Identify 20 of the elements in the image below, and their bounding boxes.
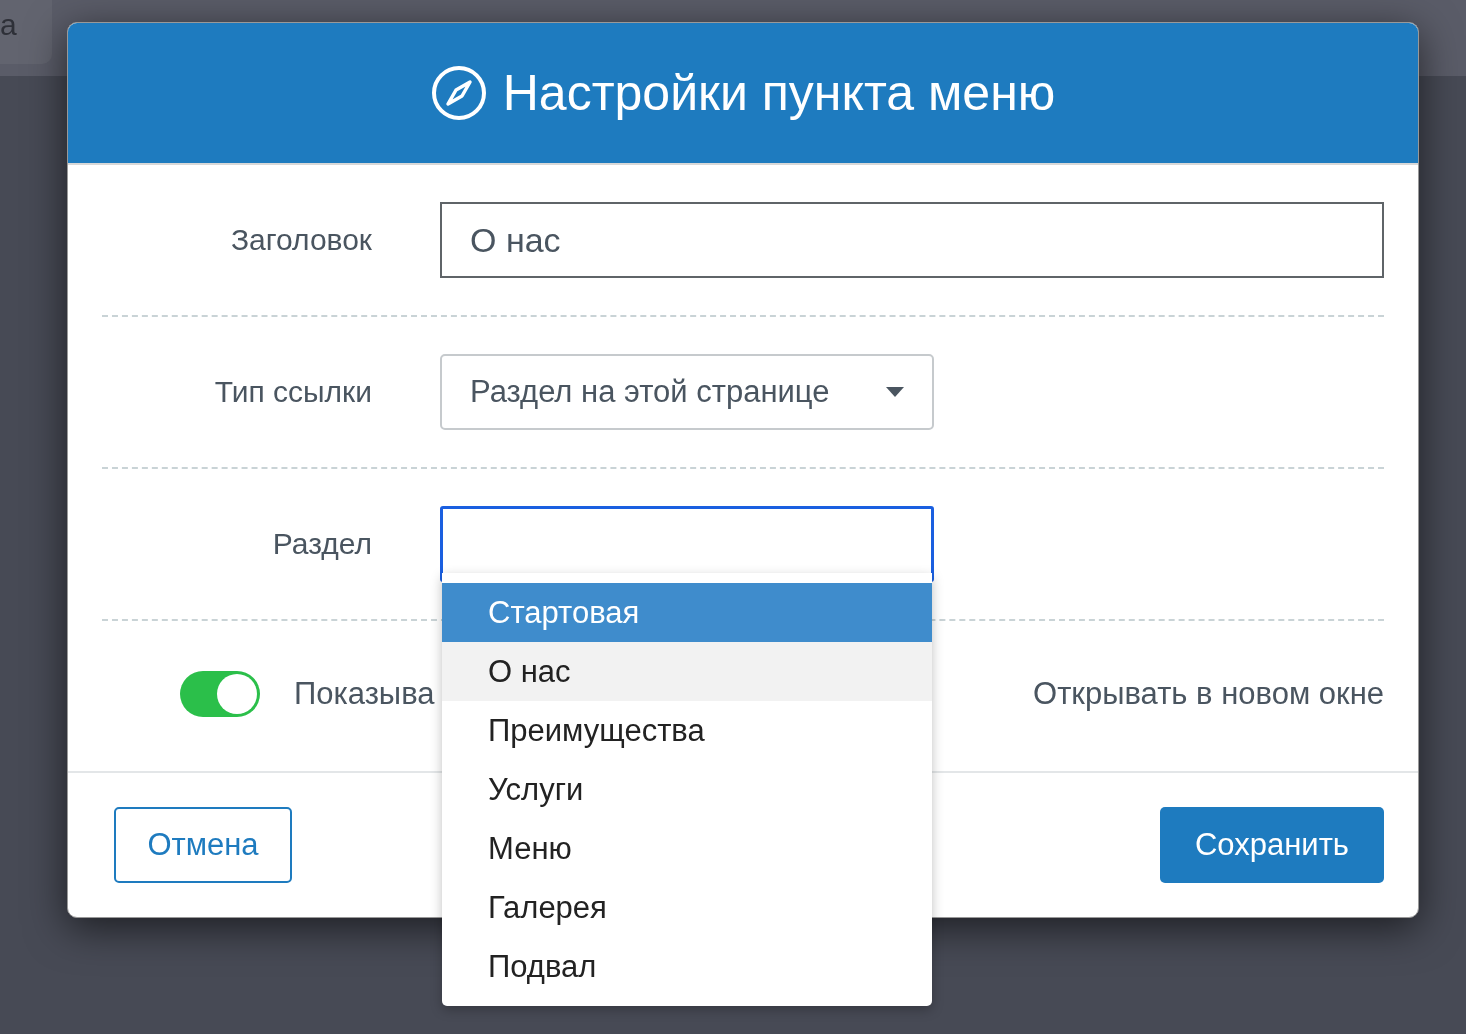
dropdown-option[interactable]: Преимущества xyxy=(442,701,932,760)
dropdown-option[interactable]: Меню xyxy=(442,819,932,878)
toggle-label: Открывать в новом окне xyxy=(1033,676,1384,712)
toggle-label: Показыва xyxy=(294,676,435,712)
field-label: Тип ссылки xyxy=(213,375,372,409)
dropdown-option[interactable]: Галерея xyxy=(442,878,932,937)
compass-icon xyxy=(430,65,487,121)
select-field[interactable]: Раздел на этой странице xyxy=(440,354,934,430)
save-button[interactable]: Сохранить xyxy=(1160,807,1384,883)
dropdown-option[interactable]: Подвал xyxy=(442,937,932,996)
dialog-title: Настройки пункта меню xyxy=(502,64,1056,122)
dropdown-option[interactable]: О нас xyxy=(442,642,932,701)
cancel-button[interactable]: Отмена xyxy=(114,807,292,883)
dropdown-option[interactable]: Услуги xyxy=(442,760,932,819)
field-label: Раздел xyxy=(271,527,372,561)
input-field[interactable]: О нас xyxy=(440,202,1384,278)
field-label: Заголовок xyxy=(229,223,372,257)
toggle-switch[interactable] xyxy=(180,671,260,717)
dropdown-option[interactable]: Стартовая xyxy=(442,583,932,642)
caret-icon xyxy=(886,387,904,397)
